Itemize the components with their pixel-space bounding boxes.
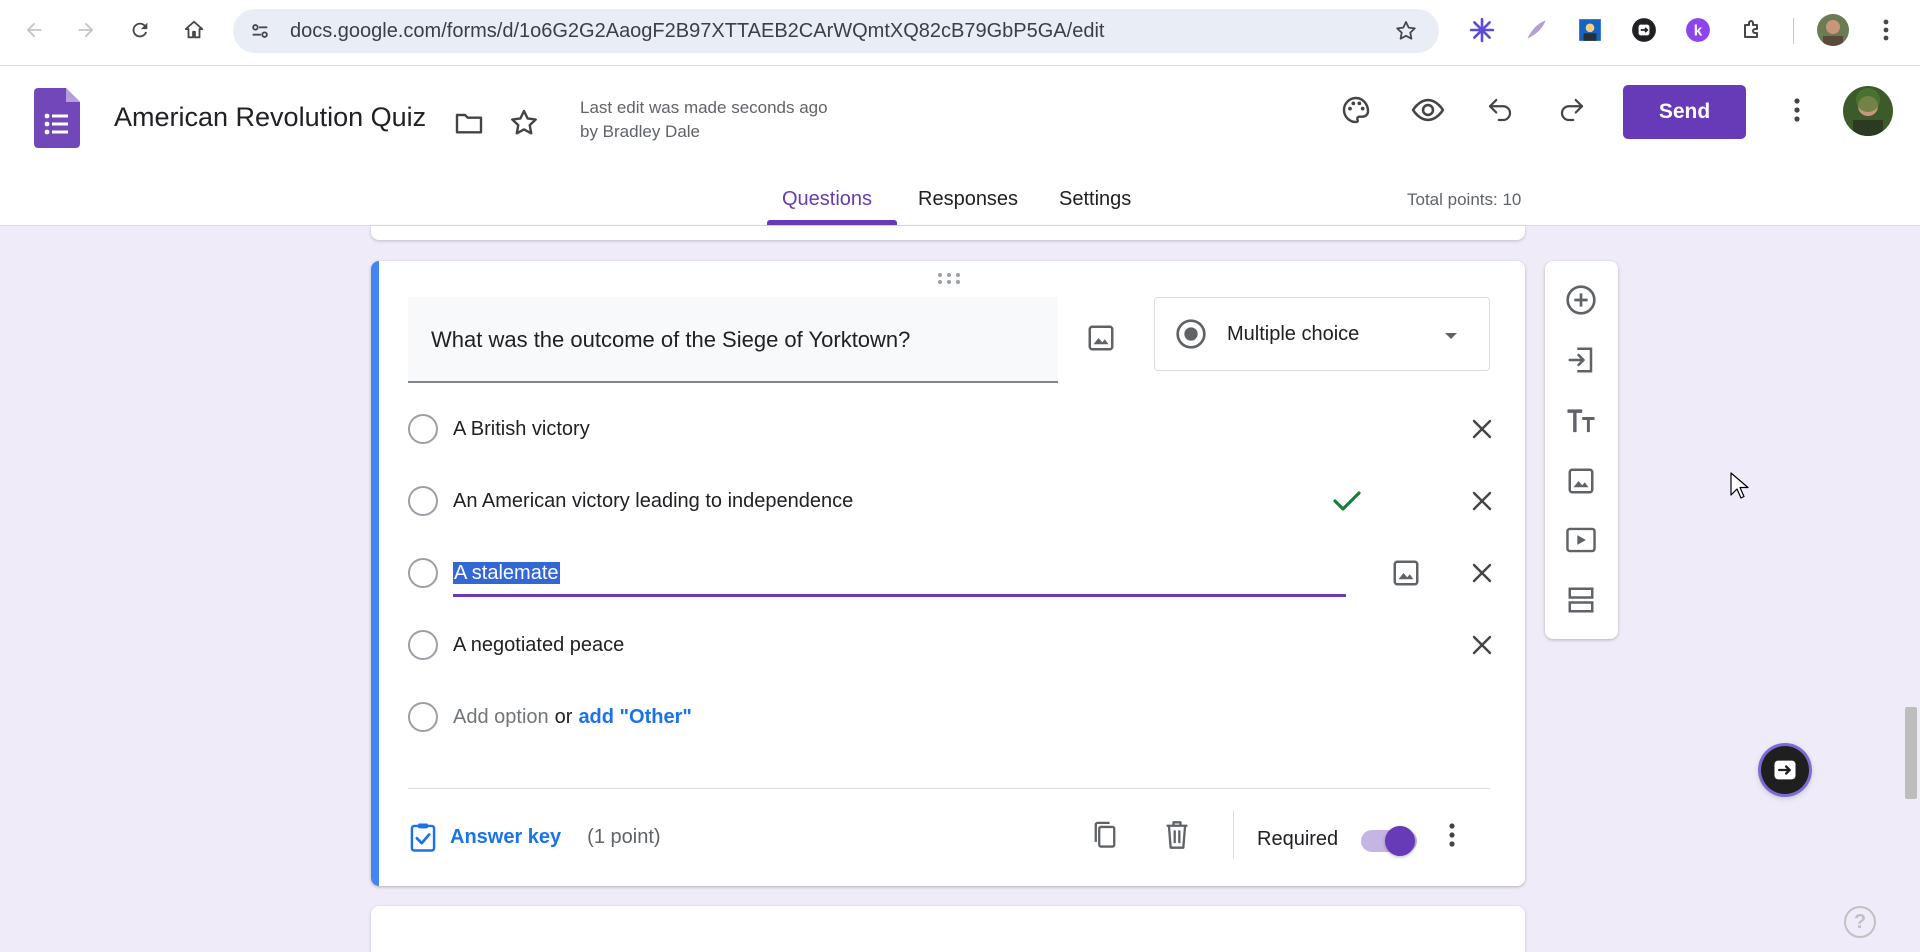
- required-label: Required: [1257, 828, 1339, 850]
- floating-question-toolbar: [1545, 261, 1618, 639]
- tab-responses[interactable]: Responses: [918, 188, 1018, 211]
- remove-option-close-icon[interactable]: [1462, 553, 1502, 593]
- option-radio: [408, 486, 438, 516]
- account-avatar[interactable]: [1843, 86, 1893, 136]
- customize-theme-palette-icon[interactable]: [1332, 86, 1380, 134]
- option-row: An American victory leading to independe…: [408, 476, 1508, 526]
- correct-answer-check-icon: [1327, 481, 1367, 521]
- tab-settings[interactable]: Settings: [1059, 188, 1131, 211]
- delete-trash-icon[interactable]: [1154, 812, 1200, 858]
- question-card[interactable]: What was the outcome of the Siege of Yor…: [371, 261, 1525, 886]
- preview-eye-icon[interactable]: [1404, 86, 1452, 134]
- site-info-icon[interactable]: [249, 20, 271, 47]
- extension-asterisk-icon[interactable]: [1466, 14, 1498, 46]
- url-text[interactable]: docs.google.com/forms/d/1o6G2G2AaogF2B97…: [290, 9, 1104, 53]
- bookmark-star-icon[interactable]: [1394, 19, 1418, 48]
- tab-questions[interactable]: Questions: [782, 188, 872, 211]
- browser-menu-icon[interactable]: [1870, 14, 1902, 46]
- extension-k-icon[interactable]: k: [1682, 14, 1714, 46]
- add-option-line: Add option or add "Other": [453, 692, 692, 742]
- option-row-editing: A stalemate: [408, 548, 1508, 598]
- last-edit-status[interactable]: Last edit was made seconds ago by Bradle…: [580, 96, 840, 144]
- forward-icon[interactable]: [66, 10, 106, 50]
- add-section-icon[interactable]: [1557, 576, 1605, 624]
- option-text-input[interactable]: A stalemate: [453, 548, 560, 598]
- redo-icon[interactable]: [1548, 86, 1596, 134]
- or-label: or: [554, 706, 573, 728]
- option-radio: [408, 558, 438, 588]
- star-icon[interactable]: [501, 100, 547, 146]
- help-question-icon[interactable]: ?: [1844, 906, 1876, 938]
- active-card-indicator: [371, 261, 379, 886]
- add-option-input[interactable]: Add option: [453, 706, 549, 728]
- mouse-cursor-icon: [1729, 471, 1749, 506]
- active-tab-indicator: [767, 220, 897, 225]
- extension-b-icon[interactable]: [1628, 14, 1660, 46]
- option-text[interactable]: A British victory: [453, 404, 590, 454]
- question-title-text[interactable]: What was the outcome of the Siege of Yor…: [431, 297, 910, 383]
- google-forms-logo-icon[interactable]: [34, 88, 80, 153]
- home-icon[interactable]: [174, 10, 214, 50]
- question-type-dropdown[interactable]: Multiple choice: [1154, 297, 1490, 371]
- option-radio: [408, 630, 438, 660]
- add-image-icon[interactable]: [1076, 313, 1126, 363]
- forms-header: American Revolution Quiz Last edit was m…: [0, 66, 1920, 226]
- add-video-icon[interactable]: [1557, 516, 1605, 564]
- remove-option-close-icon[interactable]: [1462, 409, 1502, 449]
- answer-key-button[interactable]: Answer key (1 point): [408, 816, 661, 858]
- undo-icon[interactable]: [1476, 86, 1524, 134]
- import-questions-icon[interactable]: [1557, 336, 1605, 384]
- radio-button-icon: [1175, 318, 1207, 355]
- page-scrollbar-thumb[interactable]: [1905, 707, 1917, 799]
- answer-key-clipboard-icon: [410, 823, 436, 852]
- extensions-puzzle-icon[interactable]: [1736, 14, 1768, 46]
- required-toggle[interactable]: [1385, 826, 1415, 856]
- active-input-underline: [453, 594, 1346, 597]
- option-text[interactable]: An American victory leading to independe…: [453, 476, 853, 526]
- add-other-link[interactable]: add "Other": [578, 706, 691, 728]
- total-points: Total points: 10: [1407, 190, 1522, 209]
- next-question-card[interactable]: [371, 906, 1525, 952]
- card-footer-divider: [408, 788, 1490, 789]
- question-title-field[interactable]: What was the outcome of the Siege of Yor…: [408, 297, 1058, 383]
- remove-option-close-icon[interactable]: [1462, 481, 1502, 521]
- send-button[interactable]: Send: [1623, 85, 1746, 139]
- add-image-icon[interactable]: [1557, 457, 1605, 505]
- move-to-folder-icon[interactable]: [446, 100, 492, 146]
- previous-question-card[interactable]: [371, 226, 1525, 240]
- reload-icon[interactable]: [120, 10, 160, 50]
- option-radio: [408, 702, 438, 732]
- option-text[interactable]: A negotiated peace: [453, 620, 624, 670]
- browser-toolbar: docs.google.com/forms/d/1o6G2G2AaogF2B97…: [0, 0, 1920, 66]
- option-radio: [408, 414, 438, 444]
- duplicate-copy-icon[interactable]: [1082, 812, 1128, 858]
- option-row: A British victory: [408, 404, 1508, 454]
- drag-handle-icon[interactable]: [936, 271, 962, 292]
- back-icon[interactable]: [14, 10, 54, 50]
- more-options-icon[interactable]: [1773, 86, 1821, 134]
- dropdown-arrow-icon: [1443, 328, 1459, 346]
- answer-key-label[interactable]: Answer key: [450, 826, 561, 849]
- question-type-label: Multiple choice: [1227, 323, 1360, 345]
- toolbar-divider: [1793, 18, 1794, 44]
- add-image-icon[interactable]: [1386, 553, 1426, 593]
- option-row: A negotiated peace: [408, 620, 1508, 670]
- extension-quill-icon[interactable]: [1520, 14, 1552, 46]
- form-title[interactable]: American Revolution Quiz: [114, 102, 426, 133]
- add-option-row: Add option or add "Other": [408, 692, 1508, 742]
- add-title-description-icon[interactable]: [1557, 397, 1605, 445]
- selected-text[interactable]: A stalemate: [453, 562, 560, 584]
- browser-profile-avatar[interactable]: [1817, 14, 1849, 46]
- extension-floating-button-icon[interactable]: [1761, 746, 1809, 794]
- question-more-options-icon[interactable]: [1429, 812, 1475, 858]
- remove-option-close-icon[interactable]: [1462, 625, 1502, 665]
- add-question-plus-icon[interactable]: [1557, 276, 1605, 324]
- footer-vertical-divider: [1233, 811, 1234, 859]
- address-bar[interactable]: docs.google.com/forms/d/1o6G2G2AaogF2B97…: [233, 9, 1439, 53]
- extension-profile-icon[interactable]: [1574, 14, 1606, 46]
- svg-text:k: k: [1694, 22, 1703, 39]
- point-value: (1 point): [587, 825, 661, 848]
